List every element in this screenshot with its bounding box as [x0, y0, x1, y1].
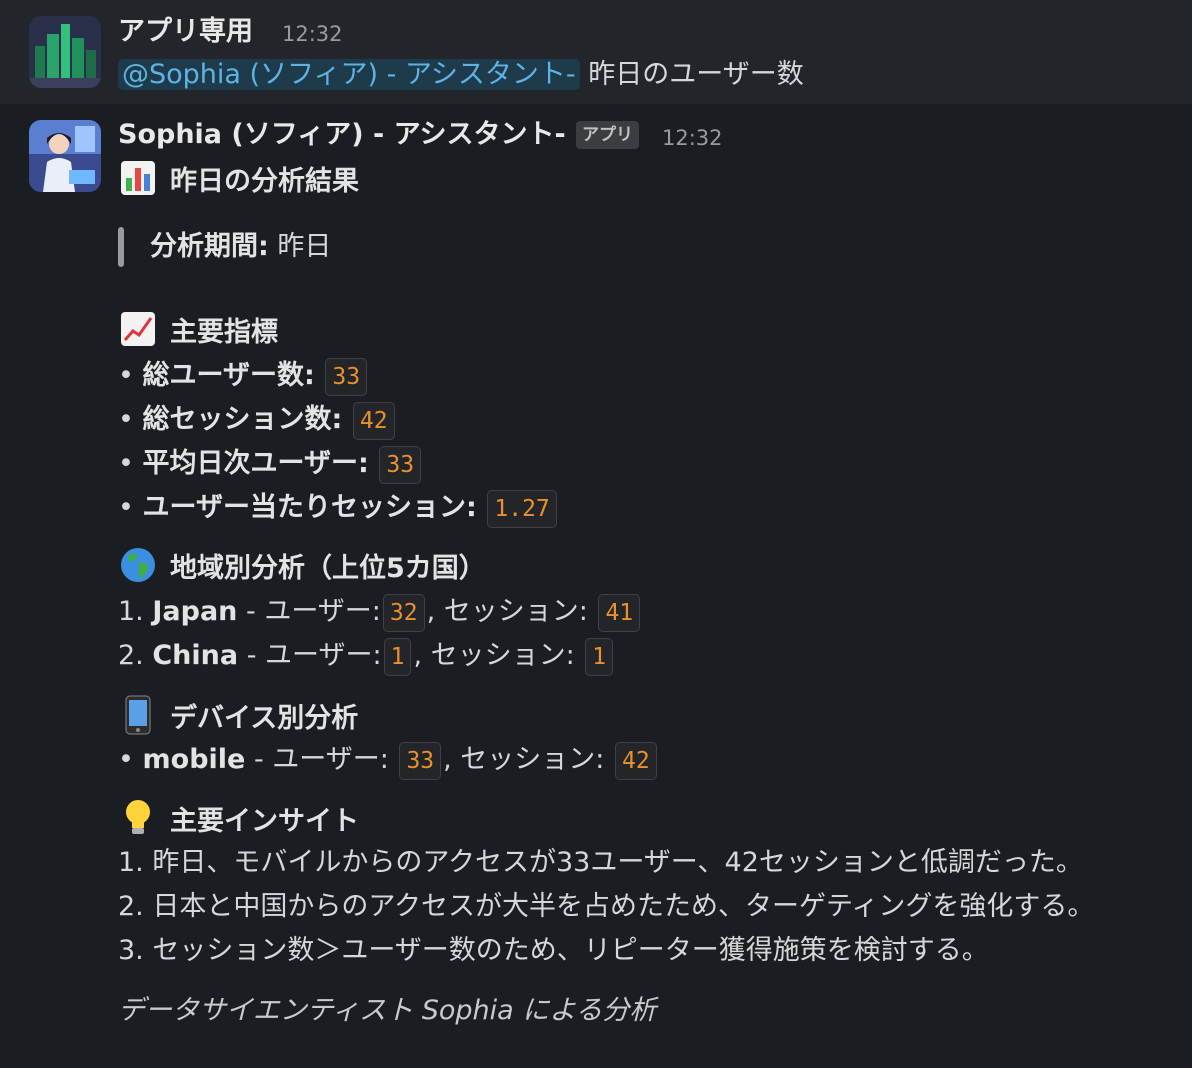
- sessions-label: , セッション:: [426, 596, 588, 627]
- insights-heading-text: 主要インサイト: [170, 806, 359, 837]
- list-item: 1. Japan - ユーザー: 32, セッション: 41: [118, 592, 642, 632]
- sessions-value: 42: [615, 741, 657, 780]
- list-item: • mobile - ユーザー: 33, セッション: 42: [118, 740, 659, 780]
- bar-chart-icon: [118, 160, 158, 202]
- title-text: 昨日の分析結果: [170, 166, 359, 197]
- blockquote-bar: [118, 227, 124, 267]
- mobile-phone-icon: [118, 695, 158, 739]
- device-heading-text: デバイス別分析: [170, 703, 359, 734]
- analysis-title: 昨日の分析結果: [118, 160, 359, 202]
- sender-name[interactable]: アプリ専用: [118, 15, 253, 49]
- metric-value: 33: [379, 445, 422, 484]
- insights-heading: 主要インサイト: [118, 798, 359, 842]
- avatar-sophia[interactable]: [29, 120, 101, 192]
- users-value: 1: [383, 637, 412, 676]
- region-heading-text: 地域別分析（上位5カ国）: [170, 553, 486, 584]
- list-item: 2. China - ユーザー: 1, セッション: 1: [118, 636, 615, 676]
- timestamp[interactable]: 12:32: [662, 121, 723, 155]
- signature: データサイエンティスト Sophia による分析: [118, 995, 657, 1026]
- metric-value: 42: [352, 401, 395, 440]
- app-badge: アプリ: [576, 121, 639, 149]
- insight-item: 2. 日本と中国からのアクセスが大半を占めたため、ターゲティングを強化する。: [118, 891, 1095, 922]
- metric-value: 1.27: [487, 489, 557, 528]
- analysis-period: 分析期間: 昨日: [150, 227, 331, 267]
- metric-label: ユーザー当たりセッション:: [142, 492, 477, 523]
- item-number: 2.: [118, 640, 144, 671]
- users-value: 32: [382, 593, 425, 632]
- users-label: - ユーザー:: [246, 640, 382, 671]
- country-name: China: [152, 640, 239, 671]
- country-name: Japan: [152, 596, 238, 627]
- globe-icon: [118, 546, 158, 589]
- insight-item: 1. 昨日、モバイルからのアクセスが33ユーザー、42セッションと低調だった。: [118, 847, 1083, 878]
- device-name: mobile: [142, 744, 246, 775]
- sender-name[interactable]: Sophia (ソフィア) - アシスタント-: [118, 118, 566, 152]
- users-value: 33: [399, 741, 442, 780]
- metric-label: 平均日次ユーザー:: [142, 448, 369, 479]
- sessions-value: 1: [585, 637, 614, 676]
- message-text: @Sophia (ソフィア) - アシスタント- 昨日のユーザー数: [118, 55, 804, 95]
- period-label: 分析期間:: [150, 231, 269, 262]
- period-value: 昨日: [277, 231, 332, 262]
- insight-item: 3. セッション数＞ユーザー数のため、リピーター獲得施策を検討する。: [118, 935, 989, 966]
- sessions-value: 41: [598, 593, 641, 632]
- list-item: • 総セッション数: 42: [118, 400, 397, 440]
- chart-increasing-icon: [118, 311, 158, 353]
- list-item: • 平均日次ユーザー: 33: [118, 444, 423, 484]
- metrics-heading-text: 主要指標: [170, 317, 278, 348]
- light-bulb-icon: [118, 798, 158, 842]
- message-body: 昨日のユーザー数: [588, 59, 804, 90]
- device-heading: デバイス別分析: [118, 695, 358, 739]
- timestamp[interactable]: 12:32: [282, 17, 343, 51]
- users-label: - ユーザー:: [253, 744, 389, 775]
- metrics-heading: 主要指標: [118, 311, 278, 353]
- metric-label: 総ユーザー数:: [142, 360, 315, 391]
- list-item: • ユーザー当たりセッション: 1.27: [118, 488, 559, 528]
- users-label: - ユーザー:: [246, 596, 381, 627]
- metric-value: 33: [325, 357, 368, 396]
- sessions-label: , セッション:: [413, 640, 575, 671]
- metric-label: 総セッション数:: [142, 404, 343, 435]
- mention-sophia[interactable]: @Sophia (ソフィア) - アシスタント-: [118, 59, 580, 90]
- avatar-app-only[interactable]: [29, 16, 101, 88]
- list-item: • 総ユーザー数: 33: [118, 356, 369, 396]
- item-number: 1.: [118, 596, 144, 627]
- sessions-label: , セッション:: [443, 744, 605, 775]
- region-heading: 地域別分析（上位5カ国）: [118, 546, 486, 589]
